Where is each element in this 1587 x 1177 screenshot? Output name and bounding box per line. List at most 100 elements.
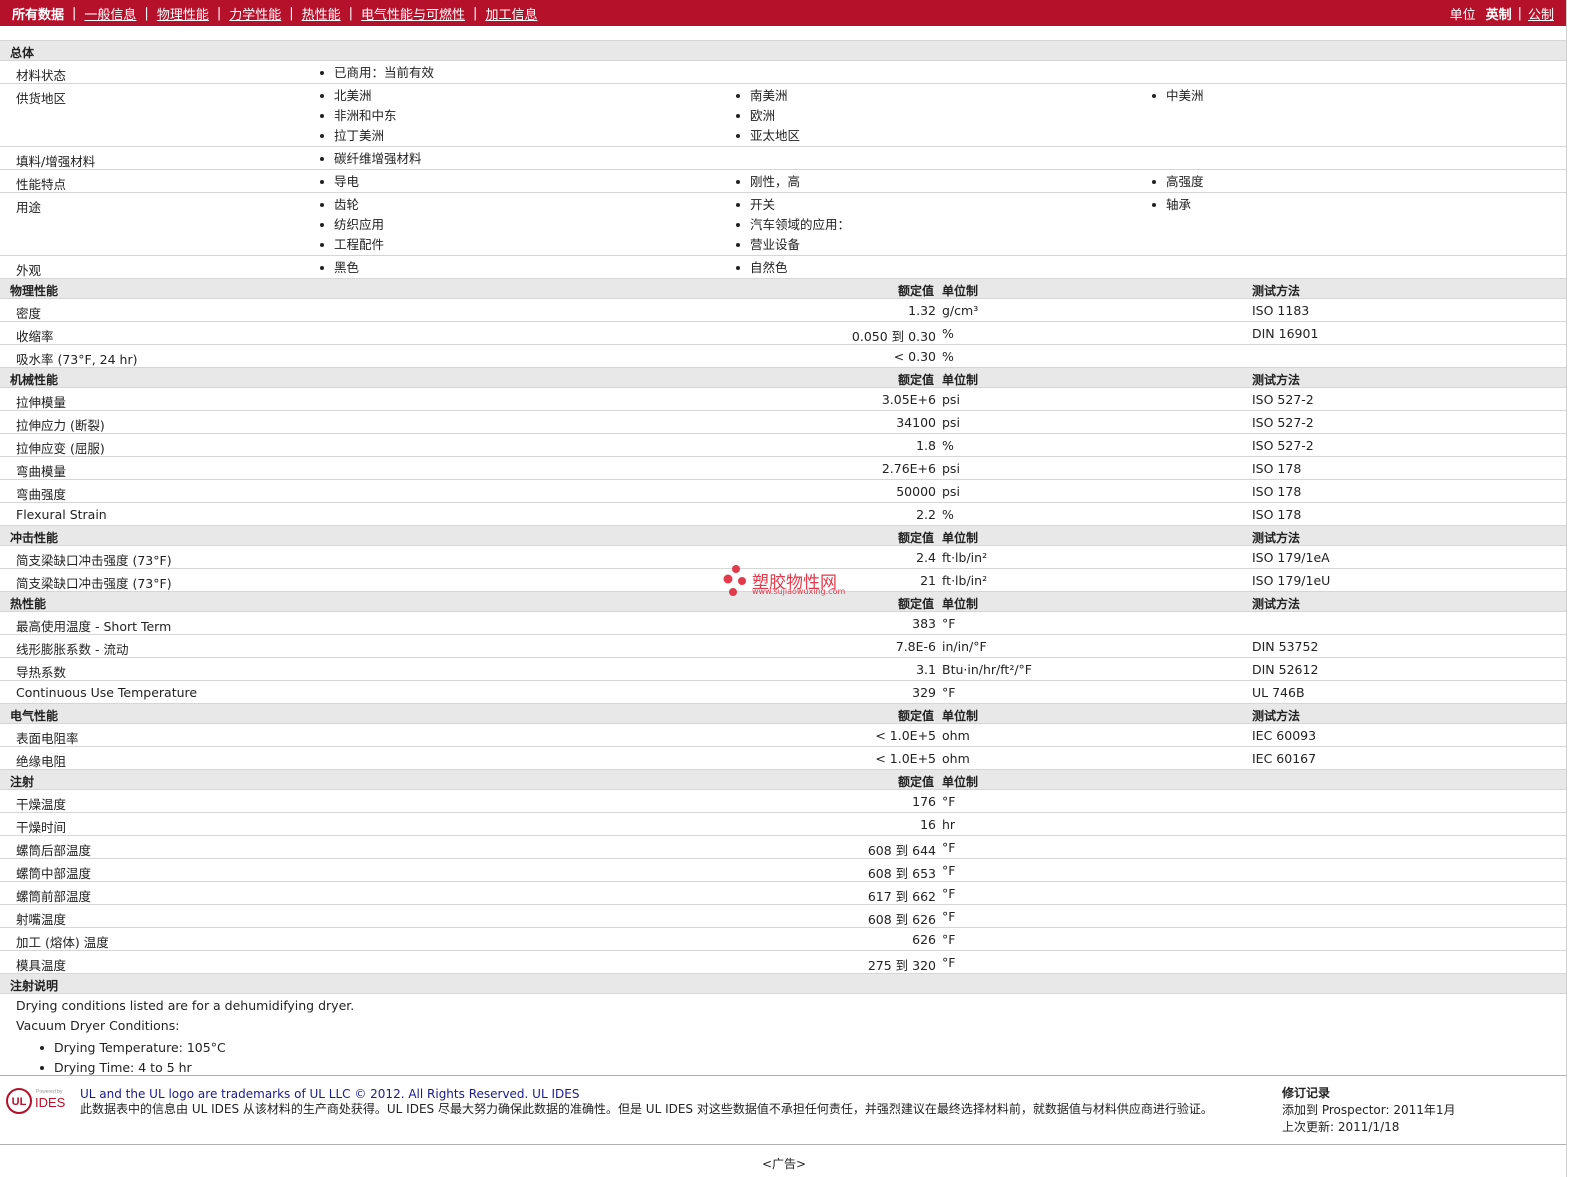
- property-unit: ft·lb/in²: [942, 573, 988, 588]
- property-unit: psi: [942, 415, 960, 430]
- property-test-method: ISO 178: [1252, 461, 1302, 476]
- general-value-column: 黑色: [320, 258, 359, 278]
- property-label: 弯曲模量: [16, 464, 67, 479]
- property-unit: Btu·in/hr/ft²/°F: [942, 662, 1032, 677]
- property-label: 弯曲强度: [16, 487, 67, 502]
- general-value-item: 亚太地区: [736, 126, 800, 146]
- general-value-item: 中美洲: [1152, 86, 1204, 106]
- property-unit: psi: [942, 484, 960, 499]
- general-section: 总体 材料状态 已商用：当前有效 供货地区 北美洲 非洲和中东 拉丁美洲 南美洲 欧洲 亚太地区 中…: [0, 40, 1566, 278]
- units-metric-link[interactable]: 公制: [1528, 4, 1554, 23]
- property-label: 简支梁缺口冲击强度 (73°F): [16, 553, 172, 568]
- section-title: 热性能: [10, 597, 47, 611]
- property-row: 弯曲强度 50000 psi ISO 178: [0, 479, 1566, 502]
- property-row: 拉伸应变 (屈服) 1.8% ISO 527-2: [0, 433, 1566, 456]
- injection-notes: Drying conditions listed are for a dehum…: [0, 993, 1566, 1075]
- property-test-method: ISO 527-2: [1252, 392, 1314, 407]
- scrollbar[interactable]: [1566, 0, 1587, 1177]
- property-row: 射嘴温度 608 到 626 °F: [0, 904, 1566, 927]
- property-row: 密度 1.32 g/cm³ ISO 1183: [0, 298, 1566, 321]
- property-label: 线形膨胀系数 - 流动: [16, 642, 129, 657]
- property-label: 收缩率: [16, 329, 54, 344]
- general-row: 外观 黑色 自然色: [0, 255, 1566, 278]
- revision-title: 修订记录: [1282, 1086, 1331, 1100]
- section-title: 总体: [10, 46, 35, 60]
- general-row-label: 填料/增强材料: [16, 154, 96, 169]
- general-value-column: 中美洲: [1152, 86, 1204, 106]
- property-label: 表面电阻率: [16, 731, 79, 746]
- logo-ul-text: UL: [12, 1096, 27, 1108]
- footer: UL Powered by IDES UL and the UL logo ar…: [0, 1075, 1566, 1144]
- notes-line-2: Vacuum Dryer Conditions:: [16, 1018, 180, 1033]
- nav-tab-1[interactable]: 一般信息: [84, 4, 136, 23]
- property-unit: %: [942, 507, 954, 522]
- property-label: 吸水率 (73°F, 24 hr): [16, 352, 138, 367]
- property-test-method: DIN 53752: [1252, 639, 1319, 654]
- nav-tab-3[interactable]: 力学性能: [229, 4, 281, 23]
- property-test-method: UL 746B: [1252, 685, 1305, 700]
- watermark-url: www.sujiaowuxing.com: [752, 587, 846, 596]
- column-header-value: 额定值: [897, 373, 934, 387]
- property-test-method: IEC 60093: [1252, 728, 1317, 743]
- section-header-notes: 注射说明: [0, 973, 1566, 993]
- datasheet-page: 所有数据 | 一般信息 | 物理性能 | 力学性能 | 热性能 | 电气性能与可燃性 | 加工信息 单位…: [0, 0, 1587, 1177]
- property-label: 拉伸应变 (屈服): [16, 441, 105, 456]
- property-value: < 1.0E+5: [875, 751, 936, 766]
- property-row: 绝缘电阻 < 1.0E+5 ohm IEC 60167: [0, 746, 1566, 769]
- general-row: 填料/增强材料 碳纤维增强材料: [0, 146, 1566, 169]
- general-value-column: 刚性，高: [736, 172, 800, 192]
- general-row-label: 性能特点: [16, 177, 67, 192]
- general-value-item: 营业设备: [736, 235, 850, 255]
- general-value-item: 工程配件: [320, 235, 384, 255]
- property-unit: °F: [942, 685, 956, 700]
- property-unit: g/cm³: [942, 303, 979, 318]
- general-value-column: 高强度: [1152, 172, 1204, 192]
- column-header-unit: 单位制: [942, 775, 979, 789]
- section-title: 电气性能: [10, 709, 59, 723]
- nav-tab-4[interactable]: 热性能: [302, 4, 341, 23]
- column-header-unit: 单位制: [942, 284, 979, 298]
- property-row: 最高使用温度 - Short Term 383 °F: [0, 611, 1566, 634]
- section-header: 冲击性能 额定值 单位制 测试方法: [0, 525, 1566, 545]
- property-row: 螺筒前部温度 617 到 662 °F: [0, 881, 1566, 904]
- property-label: 加工 (熔体) 温度: [16, 935, 109, 950]
- general-value-list: 碳纤维增强材料: [320, 149, 422, 169]
- property-row: 拉伸应力 (断裂) 34100 psi ISO 527-2: [0, 410, 1566, 433]
- nav-tab-6[interactable]: 加工信息: [485, 4, 537, 23]
- section-nav: 所有数据 | 一般信息 | 物理性能 | 力学性能 | 热性能 | 电气性能与可燃性 | 加工信息: [0, 0, 537, 26]
- property-row: 弯曲模量 2.76E+6 psi ISO 178: [0, 456, 1566, 479]
- property-value: 0.050 到 0.30: [851, 329, 936, 344]
- general-value-item: 轴承: [1152, 195, 1191, 215]
- general-value-list: 高强度: [1152, 172, 1204, 192]
- property-value: 1.8: [916, 438, 936, 453]
- general-row: 性能特点 导电 刚性，高 高强度: [0, 169, 1566, 192]
- column-header-value: 额定值: [897, 709, 934, 723]
- column-header-unit: 单位制: [942, 709, 979, 723]
- general-value-item: 非洲和中东: [320, 106, 397, 126]
- property-value: 329: [912, 685, 936, 700]
- property-value: 608 到 626: [867, 912, 936, 927]
- property-value: 1.32: [908, 303, 936, 318]
- general-value-column: 导电: [320, 172, 359, 192]
- property-unit: ohm: [942, 728, 970, 743]
- footer-trademark: UL and the UL logo are trademarks of UL …: [80, 1087, 580, 1101]
- property-unit: hr: [942, 817, 956, 832]
- property-label: 螺筒后部温度: [16, 843, 92, 858]
- nav-tab-0[interactable]: 所有数据: [12, 4, 64, 23]
- nav-tab-5[interactable]: 电气性能与可燃性: [361, 4, 465, 23]
- property-label: 最高使用温度 - Short Term: [16, 619, 172, 634]
- units-separator: |: [1517, 5, 1522, 21]
- general-value-list: 刚性，高: [736, 172, 800, 192]
- property-value: 626: [912, 932, 936, 947]
- ad-label: <广告>: [762, 1157, 807, 1171]
- property-label: 拉伸应力 (断裂): [16, 418, 105, 433]
- general-value-list: 中美洲: [1152, 86, 1204, 106]
- ad-slot: <广告>: [0, 1144, 1566, 1173]
- nav-separator: |: [216, 5, 222, 21]
- units-imperial[interactable]: 英制: [1486, 4, 1512, 23]
- general-value-list: 南美洲 欧洲 亚太地区: [736, 86, 800, 146]
- property-test-method: ISO 179/1eA: [1252, 550, 1330, 565]
- property-value: 2.4: [916, 550, 936, 565]
- nav-tab-2[interactable]: 物理性能: [157, 4, 209, 23]
- property-test-method: ISO 179/1eU: [1252, 573, 1331, 588]
